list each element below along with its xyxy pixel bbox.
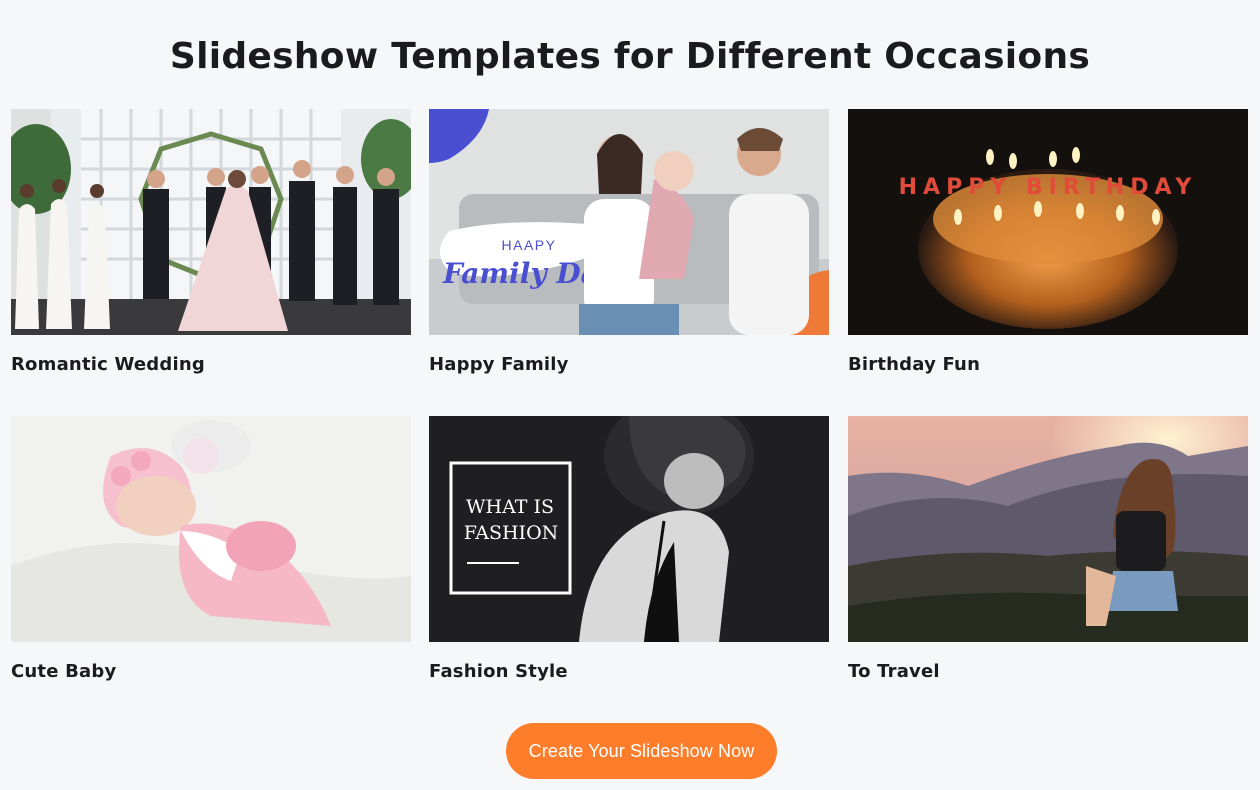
template-title: To Travel (848, 661, 940, 682)
template-card-birthday-fun[interactable]: HAPPY BIRTHDAY Birthday Fun (848, 109, 1248, 375)
sleeping-baby-photo[interactable] (11, 416, 411, 642)
create-slideshow-button[interactable]: Create Your Slideshow Now (506, 723, 777, 779)
fashion-overlay-line2: FASHION (464, 522, 559, 544)
template-card-to-travel[interactable]: To Travel (848, 416, 1248, 682)
template-card-romantic-wedding[interactable]: Romantic Wedding (11, 109, 411, 375)
page-title: Slideshow Templates for Different Occasi… (169, 36, 1091, 78)
wedding-photo[interactable] (11, 109, 411, 335)
birthday-cake-photo[interactable]: HAPPY BIRTHDAY (848, 109, 1248, 335)
template-title: Fashion Style (429, 661, 568, 682)
template-title: Happy Family (429, 354, 569, 375)
template-title: Birthday Fun (848, 354, 981, 375)
template-title: Romantic Wedding (11, 354, 205, 375)
template-title: Cute Baby (11, 661, 117, 682)
template-card-happy-family[interactable]: HAAPY Family Day Happy Family (429, 109, 829, 375)
family-overlay-small: HAAPY (502, 237, 557, 253)
mountain-travel-photo[interactable] (848, 416, 1248, 642)
family-photo[interactable]: HAAPY Family Day (429, 109, 829, 335)
cake-candle-text: HAPPY BIRTHDAY (899, 175, 1198, 200)
template-card-cute-baby[interactable]: Cute Baby (11, 416, 411, 682)
template-card-fashion-style[interactable]: WHAT IS FASHION Fashion Style (429, 416, 829, 682)
fashion-photo[interactable]: WHAT IS FASHION (429, 416, 829, 642)
fashion-overlay-line1: WHAT IS (466, 496, 554, 518)
